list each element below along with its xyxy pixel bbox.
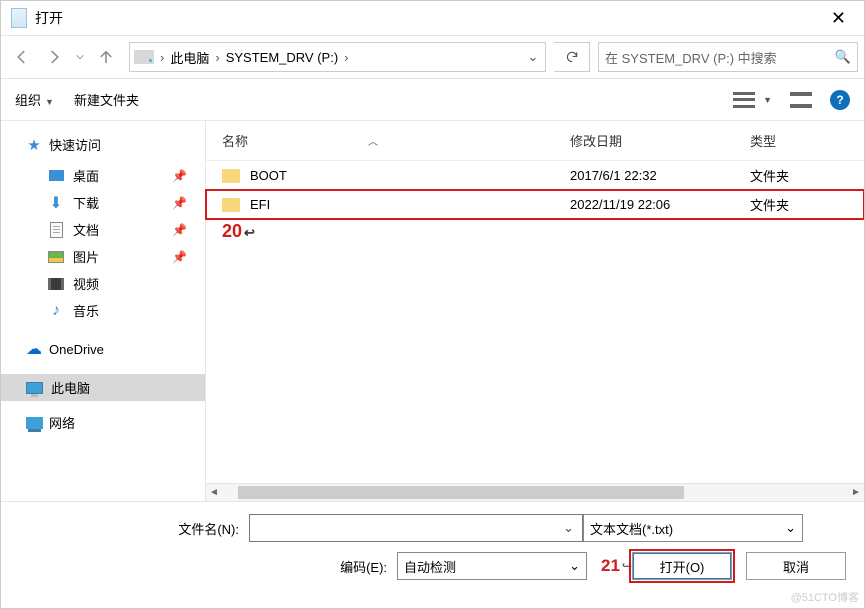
column-headers: 名称︿ 修改日期 类型 (206, 121, 864, 161)
picture-icon (47, 248, 65, 266)
sidebar-onedrive[interactable]: ☁OneDrive (25, 340, 205, 358)
horizontal-scrollbar[interactable]: ◄ ► (206, 483, 864, 501)
pin-icon: 📌 (172, 196, 187, 210)
filename-input[interactable] (249, 514, 583, 542)
back-button[interactable] (7, 42, 37, 72)
column-type[interactable]: 类型 (750, 131, 864, 150)
music-icon: ♪ (47, 302, 65, 320)
bottom-panel: 文件名(N): ⌄ 文本文档(*.txt)⌄ 编码(E): 自动检测⌄ 21↪ … (1, 501, 864, 608)
refresh-button[interactable] (554, 42, 590, 72)
file-list: 名称︿ 修改日期 类型 BOOT 2017/6/1 22:32 文件夹 EFI … (206, 121, 864, 501)
scroll-left-icon[interactable]: ◄ (206, 484, 222, 501)
sidebar-documents[interactable]: 文档📌 (25, 216, 205, 243)
view-list-button[interactable]: ▼ (733, 92, 772, 108)
folder-icon (222, 198, 240, 212)
network-icon (25, 414, 43, 432)
sidebar-quick-access[interactable]: ★快速访问 (25, 135, 205, 154)
drive-icon (134, 50, 154, 64)
recent-dropdown[interactable] (71, 42, 89, 72)
annotation-21: 21 (601, 556, 620, 576)
sidebar-downloads[interactable]: ⬇下载📌 (25, 189, 205, 216)
desktop-icon (47, 167, 65, 185)
encoding-select[interactable]: 自动检测⌄ (397, 552, 587, 580)
column-name[interactable]: 名称︿ (222, 131, 570, 150)
filetype-select[interactable]: 文本文档(*.txt)⌄ (583, 514, 803, 542)
new-folder-button[interactable]: 新建文件夹 (74, 90, 139, 109)
breadcrumb-drive[interactable]: SYSTEM_DRV (P:) (222, 50, 342, 65)
scroll-right-icon[interactable]: ► (848, 484, 864, 501)
annotation-20: 20 (222, 221, 255, 242)
open-button[interactable]: 打开(O) (632, 552, 732, 580)
sidebar-this-pc[interactable]: 此电脑 (1, 374, 205, 401)
address-bar[interactable]: › 此电脑 › SYSTEM_DRV (P:) › ⌄ (129, 42, 546, 72)
document-icon (47, 221, 65, 239)
close-icon[interactable]: ✕ (823, 4, 854, 33)
star-icon: ★ (25, 136, 43, 154)
file-row[interactable]: BOOT 2017/6/1 22:32 文件夹 (206, 161, 864, 190)
sidebar-music[interactable]: ♪音乐 (25, 297, 205, 324)
document-icon (11, 8, 27, 28)
filename-label: 文件名(N): (19, 519, 249, 538)
search-icon: 🔍 (835, 49, 851, 65)
address-dropdown-icon[interactable]: ⌄ (521, 49, 545, 65)
sidebar: ★快速访问 桌面📌 ⬇下载📌 文档📌 图片📌 视频 ♪音乐 ☁OneDrive … (1, 121, 206, 501)
breadcrumb-sep: › (158, 50, 166, 65)
help-button[interactable]: ? (830, 90, 850, 110)
organize-menu[interactable]: 组织▼ (15, 90, 54, 109)
folder-icon (222, 169, 240, 183)
video-icon (47, 275, 65, 293)
watermark: @51CTO博客 (791, 589, 859, 605)
pin-icon: 📌 (172, 223, 187, 237)
title-bar: 打开 ✕ (1, 1, 864, 35)
pin-icon: 📌 (172, 250, 187, 264)
sidebar-pictures[interactable]: 图片📌 (25, 243, 205, 270)
forward-button[interactable] (39, 42, 69, 72)
cloud-icon: ☁ (25, 340, 43, 358)
encoding-label: 编码(E): (340, 557, 397, 576)
sidebar-network[interactable]: 网络 (25, 413, 205, 432)
sidebar-desktop[interactable]: 桌面📌 (25, 162, 205, 189)
sort-asc-icon: ︿ (368, 133, 378, 148)
search-input[interactable]: 在 SYSTEM_DRV (P:) 中搜索 🔍 (598, 42, 858, 72)
window-title: 打开 (35, 8, 63, 28)
sidebar-videos[interactable]: 视频 (25, 270, 205, 297)
breadcrumb-root[interactable]: 此电脑 (166, 48, 213, 67)
download-icon: ⬇ (47, 194, 65, 212)
cancel-button[interactable]: 取消 (746, 552, 846, 580)
pc-icon (25, 379, 43, 397)
pin-icon: 📌 (172, 169, 187, 183)
toolbar: 组织▼ 新建文件夹 ▼ ? (1, 79, 864, 121)
up-button[interactable] (91, 42, 121, 72)
file-row-selected[interactable]: EFI 2022/11/19 22:06 文件夹 (206, 190, 864, 219)
nav-bar: › 此电脑 › SYSTEM_DRV (P:) › ⌄ 在 SYSTEM_DRV… (1, 35, 864, 79)
search-placeholder: 在 SYSTEM_DRV (P:) 中搜索 (605, 48, 777, 67)
column-date[interactable]: 修改日期 (570, 131, 750, 150)
view-preview-button[interactable] (790, 92, 812, 108)
